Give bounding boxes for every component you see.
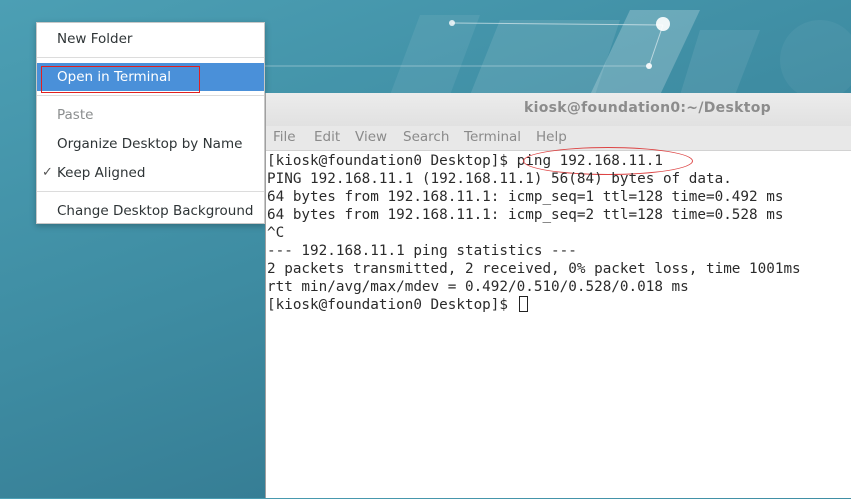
menu-item-label: Paste [57, 107, 94, 123]
menu-item-change-background[interactable]: Change Desktop Background [37, 197, 264, 225]
desktop-context-menu: New Folder Open in Terminal Paste Organi… [36, 22, 265, 224]
menu-item-label: Change Desktop Background [57, 203, 254, 219]
menu-item-organize-desktop[interactable]: Organize Desktop by Name [37, 130, 264, 158]
output-line: PING 192.168.11.1 (192.168.11.1) 56(84) … [267, 171, 732, 187]
menu-terminal[interactable]: Terminal [464, 129, 521, 145]
menu-file[interactable]: File [273, 129, 296, 145]
terminal-menubar: File Edit View Search Terminal Help [266, 126, 851, 151]
menu-separator [37, 191, 264, 192]
output-line: 64 bytes from 192.168.11.1: icmp_seq=2 t… [267, 207, 784, 223]
text-cursor [518, 296, 528, 312]
menu-help[interactable]: Help [536, 129, 567, 145]
menu-item-keep-aligned[interactable]: ✓ Keep Aligned [37, 159, 264, 187]
command-line: [kiosk@foundation0 Desktop]$ ping 192.16… [267, 147, 851, 175]
menu-item-label: Organize Desktop by Name [57, 136, 243, 152]
terminal-titlebar[interactable]: kiosk@foundation0:~/Desktop [266, 93, 851, 126]
menu-edit[interactable]: Edit [314, 129, 340, 145]
output-line: 2 packets transmitted, 2 received, 0% pa… [267, 261, 801, 277]
shell-prompt: [kiosk@foundation0 Desktop]$ [267, 153, 517, 169]
output-line: 64 bytes from 192.168.11.1: icmp_seq=1 t… [267, 189, 784, 205]
menu-view[interactable]: View [355, 129, 387, 145]
terminal-output[interactable]: [kiosk@foundation0 Desktop]$ ping 192.16… [267, 147, 851, 499]
window-title: kiosk@foundation0:~/Desktop [524, 100, 771, 116]
menu-item-label: Keep Aligned [57, 165, 146, 181]
shell-prompt: [kiosk@foundation0 Desktop]$ [267, 297, 517, 313]
terminal-window[interactable]: kiosk@foundation0:~/Desktop File Edit Vi… [265, 93, 851, 498]
output-line: ^C [267, 225, 285, 241]
checkmark-icon: ✓ [42, 165, 53, 180]
prompt-line: [kiosk@foundation0 Desktop]$ [267, 296, 851, 314]
menu-item-label: New Folder [57, 31, 133, 47]
output-line: --- 192.168.11.1 ping statistics --- [267, 243, 577, 259]
menu-item-new-folder[interactable]: New Folder [37, 25, 264, 53]
output-line: rtt min/avg/max/mdev = 0.492/0.510/0.528… [267, 279, 689, 295]
menu-separator [37, 57, 264, 58]
menu-search[interactable]: Search [403, 129, 449, 145]
menu-separator [37, 95, 264, 96]
menu-item-paste[interactable]: Paste [37, 101, 264, 129]
annotation-highlight-box [41, 66, 200, 93]
